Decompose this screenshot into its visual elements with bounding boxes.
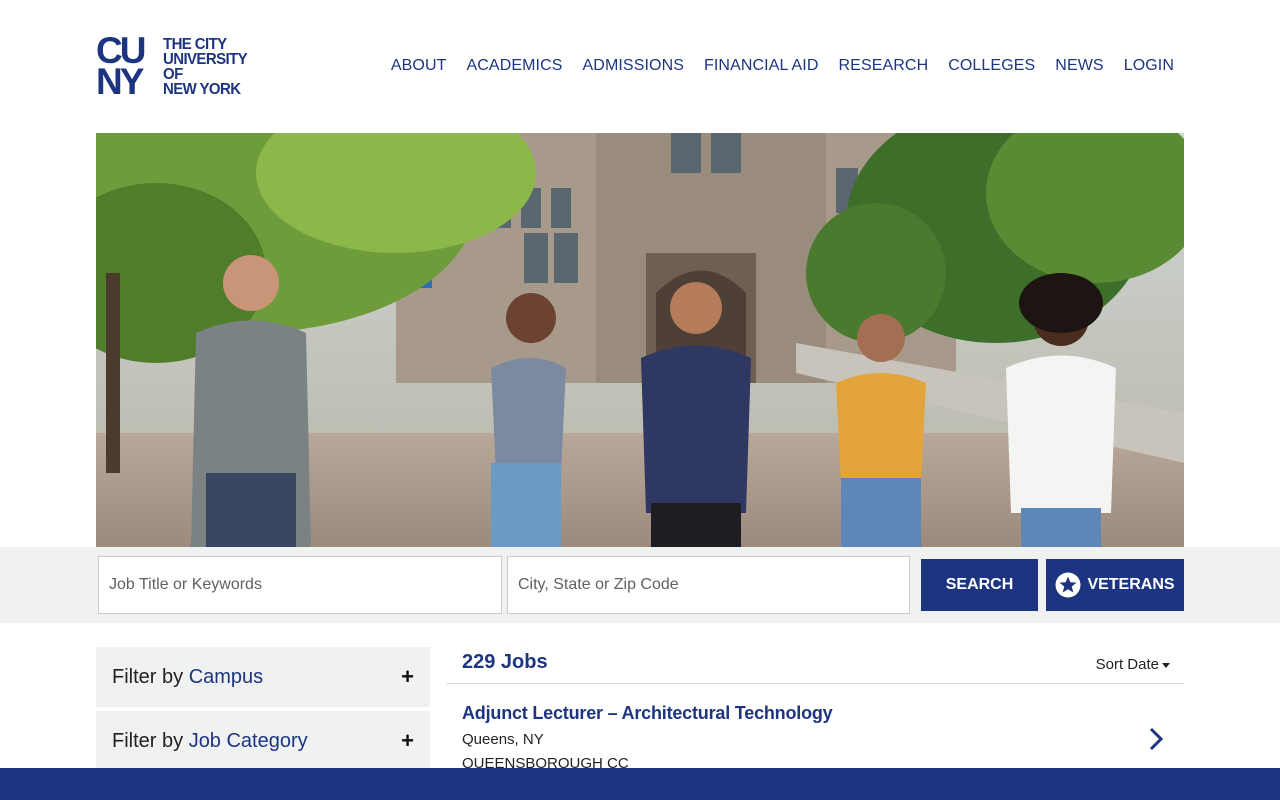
logo-mark: CU NY: [96, 32, 160, 102]
sort-dropdown[interactable]: Sort Date: [1096, 656, 1170, 673]
filter-prefix: Filter by: [112, 665, 184, 688]
nav-academics[interactable]: ACADEMICS: [457, 56, 573, 76]
logo-text-line: NEW YORK: [163, 80, 241, 99]
search-button[interactable]: SEARCH: [921, 559, 1038, 611]
job-list-item[interactable]: Adjunct Lecturer – Architectural Technol…: [446, 703, 1184, 773]
hero-photo-illustration: 90 90: [96, 133, 1184, 547]
logo-wordmark: THE CITY UNIVERSITY OF NEW YORK: [163, 36, 248, 99]
job-location: Queens, NY: [462, 731, 544, 748]
plus-icon[interactable]: +: [401, 730, 414, 752]
filter-category-label: Filter by Job Category: [112, 730, 308, 753]
filter-prefix: Filter by: [112, 729, 184, 752]
logo-mark-bottom: NY: [96, 61, 144, 102]
nav-news[interactable]: NEWS: [1045, 56, 1113, 76]
nav-research[interactable]: RESEARCH: [829, 56, 939, 76]
main-nav: ABOUT ACADEMICS ADMISSIONS FINANCIAL AID…: [381, 56, 1184, 76]
veterans-button[interactable]: VETERANS: [1046, 559, 1184, 611]
keywords-input[interactable]: [98, 556, 502, 614]
nav-about[interactable]: ABOUT: [381, 56, 457, 76]
star-icon: [1055, 572, 1081, 598]
nav-login[interactable]: LOGIN: [1114, 56, 1184, 76]
filter-campus-label: Filter by Campus: [112, 666, 263, 689]
job-title-link[interactable]: Adjunct Lecturer – Architectural Technol…: [462, 703, 833, 724]
filter-category-name: Job Category: [188, 729, 308, 752]
location-input[interactable]: [507, 556, 910, 614]
chevron-right-icon[interactable]: [1148, 727, 1164, 751]
nav-admissions[interactable]: ADMISSIONS: [573, 56, 694, 76]
results-header: 229 Jobs Sort Date: [446, 647, 1184, 684]
bottom-bar: [0, 768, 1280, 800]
site-header: CU NY THE CITY UNIVERSITY OF NEW YORK AB…: [0, 0, 1280, 133]
filter-job-category[interactable]: Filter by Job Category +: [96, 711, 430, 771]
nav-financial-aid[interactable]: FINANCIAL AID: [694, 56, 829, 76]
sort-label: Sort Date: [1095, 656, 1159, 673]
filter-campus-name: Campus: [188, 665, 264, 688]
search-button-label: SEARCH: [945, 576, 1014, 593]
job-search-bar: SEARCH VETERANS: [0, 547, 1280, 623]
cuny-logo[interactable]: CU NY THE CITY UNIVERSITY OF NEW YORK: [96, 32, 248, 102]
plus-icon[interactable]: +: [401, 666, 414, 688]
nav-colleges[interactable]: COLLEGES: [938, 56, 1045, 76]
filter-campus[interactable]: Filter by Campus +: [96, 647, 430, 707]
job-results: 229 Jobs Sort Date Adjunct Lecturer – Ar…: [446, 647, 1184, 772]
veterans-button-label: VETERANS: [1087, 576, 1175, 593]
caret-down-icon: [1162, 662, 1170, 668]
hero-image: 90 90: [96, 133, 1184, 547]
job-count: 229 Jobs: [462, 651, 548, 673]
